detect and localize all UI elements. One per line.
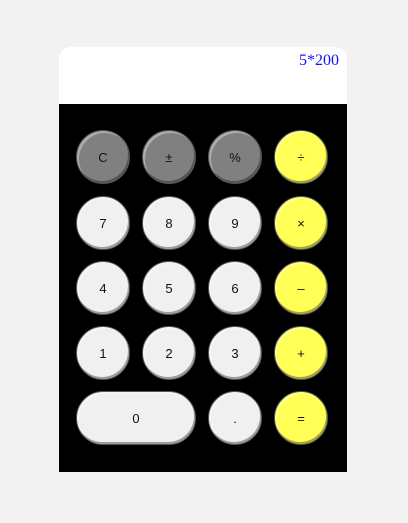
keypad: C ± % ÷ 7 8 9 × 4 5 6 – 1 2 3 + 0 . = [59,104,347,472]
digit-6-button[interactable]: 6 [208,261,262,315]
digit-2-button[interactable]: 2 [142,326,196,380]
plus-minus-button[interactable]: ± [142,130,196,184]
multiply-button[interactable]: × [274,196,328,250]
digit-1-button[interactable]: 1 [76,326,130,380]
digit-5-button[interactable]: 5 [142,261,196,315]
add-button[interactable]: + [274,326,328,380]
equals-button[interactable]: = [274,391,328,445]
digit-4-button[interactable]: 4 [76,261,130,315]
digit-3-button[interactable]: 3 [208,326,262,380]
digit-8-button[interactable]: 8 [142,196,196,250]
display-panel: 5*200 [59,47,347,104]
clear-button[interactable]: C [76,130,130,184]
digit-7-button[interactable]: 7 [76,196,130,250]
digit-9-button[interactable]: 9 [208,196,262,250]
subtract-button[interactable]: – [274,261,328,315]
decimal-button[interactable]: . [208,391,262,445]
digit-0-button[interactable]: 0 [76,391,196,445]
display-value: 5*200 [299,52,339,69]
divide-button[interactable]: ÷ [274,130,328,184]
calculator: 5*200 C ± % ÷ 7 8 9 × 4 5 6 – 1 2 3 + 0 … [59,47,347,472]
percent-button[interactable]: % [208,130,262,184]
